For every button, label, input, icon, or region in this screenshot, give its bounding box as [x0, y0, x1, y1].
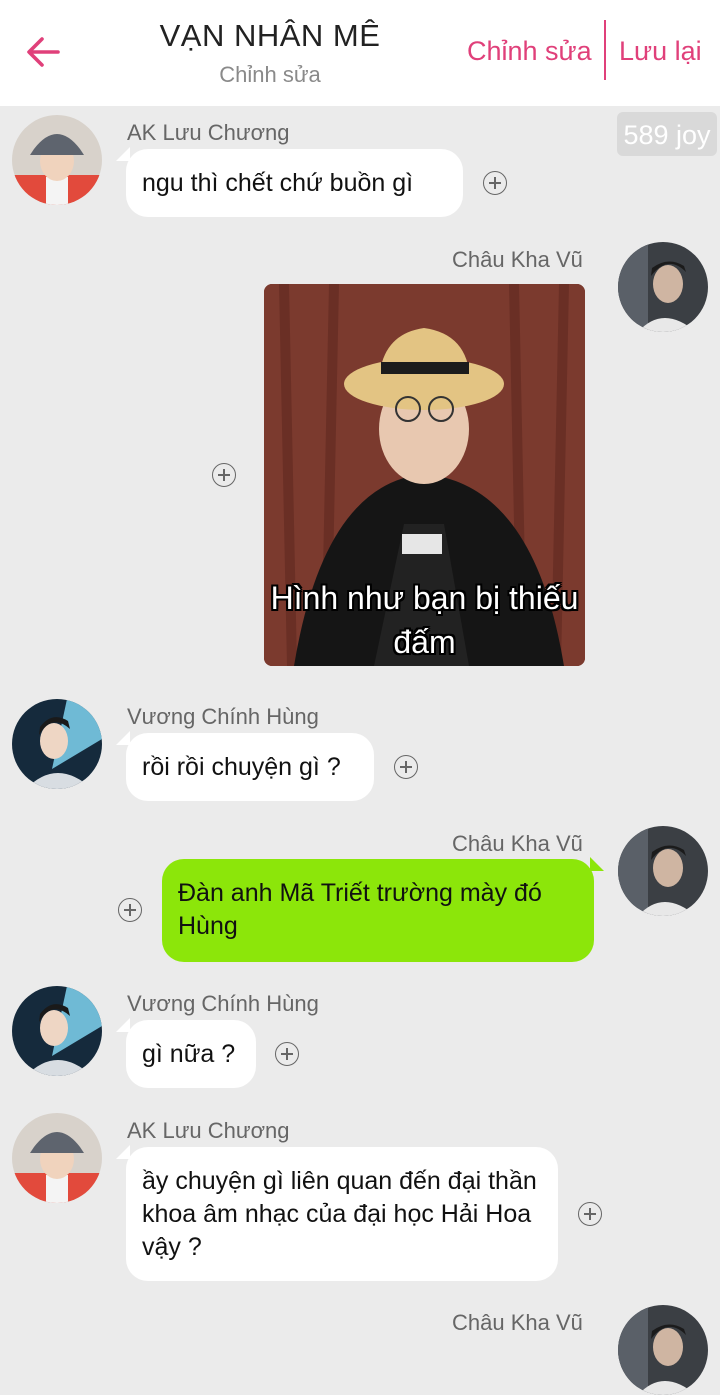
- message-bubble-own[interactable]: Đàn anh Mã Triết trường mày đó Hùng: [162, 859, 594, 962]
- page-title: VẠN NHÂN MÊ: [159, 18, 381, 53]
- sticker-caption: Hình như bạn bị thiếu đấm: [270, 580, 579, 660]
- message-bubble[interactable]: ngu thì chết chứ buồn gì: [126, 149, 463, 217]
- message-bubble[interactable]: ầy chuyện gì liên quan đến đại thần khoa…: [126, 1147, 558, 1281]
- avatar-image: [618, 826, 708, 916]
- page-subtitle: Chỉnh sửa: [219, 62, 321, 87]
- sticker-image[interactable]: Hình như bạn bị thiếu đấm: [264, 284, 585, 666]
- add-reaction-button[interactable]: [118, 898, 142, 922]
- joy-badge: 589 joy: [617, 112, 717, 156]
- avatar-image: [12, 1113, 102, 1203]
- avatar-vuong-chinh-hung[interactable]: [12, 986, 102, 1076]
- avatar-chau-kha-vu[interactable]: [618, 242, 708, 332]
- avatar-chau-kha-vu[interactable]: [618, 1305, 708, 1395]
- avatar-chau-kha-vu[interactable]: [618, 826, 708, 916]
- avatar-image: [12, 115, 102, 205]
- bubble-tail: [116, 731, 130, 745]
- back-button[interactable]: [22, 32, 66, 72]
- avatar-image: [618, 1305, 708, 1395]
- add-reaction-button[interactable]: [275, 1042, 299, 1066]
- sender-name: AK Lưu Chương: [127, 1118, 290, 1143]
- bubble-tail: [116, 1018, 130, 1032]
- avatar-vuong-chinh-hung[interactable]: [12, 699, 102, 789]
- app-header: VẠN NHÂN MÊ Chỉnh sửa Chỉnh sửa Lưu lại: [0, 0, 720, 106]
- sender-name: Châu Kha Vũ: [452, 247, 583, 272]
- add-reaction-button[interactable]: [212, 463, 236, 487]
- avatar-image: [618, 242, 708, 332]
- avatar-ak-luu-chuong[interactable]: [12, 1113, 102, 1203]
- add-reaction-button[interactable]: [394, 755, 418, 779]
- avatar-image: [12, 986, 102, 1076]
- add-reaction-button[interactable]: [578, 1202, 602, 1226]
- header-divider: [604, 20, 606, 80]
- arrow-left-icon: [27, 37, 60, 67]
- message-bubble[interactable]: rồi rồi chuyện gì ?: [126, 733, 374, 801]
- add-reaction-button[interactable]: [483, 171, 507, 195]
- avatar-image: [12, 699, 102, 789]
- bubble-tail: [116, 1145, 130, 1159]
- message-bubble[interactable]: gì nữa ?: [126, 1020, 256, 1088]
- edit-button[interactable]: Chỉnh sửa: [467, 36, 592, 67]
- sender-name: Vương Chính Hùng: [127, 704, 319, 729]
- bubble-tail: [116, 147, 130, 161]
- sender-name: AK Lưu Chương: [127, 120, 290, 145]
- sender-name: Châu Kha Vũ: [452, 1310, 583, 1335]
- bubble-tail: [590, 857, 604, 871]
- sender-name: Châu Kha Vũ: [452, 831, 583, 856]
- avatar-ak-luu-chuong[interactable]: [12, 115, 102, 205]
- sender-name: Vương Chính Hùng: [127, 991, 319, 1016]
- save-button[interactable]: Lưu lại: [619, 36, 702, 67]
